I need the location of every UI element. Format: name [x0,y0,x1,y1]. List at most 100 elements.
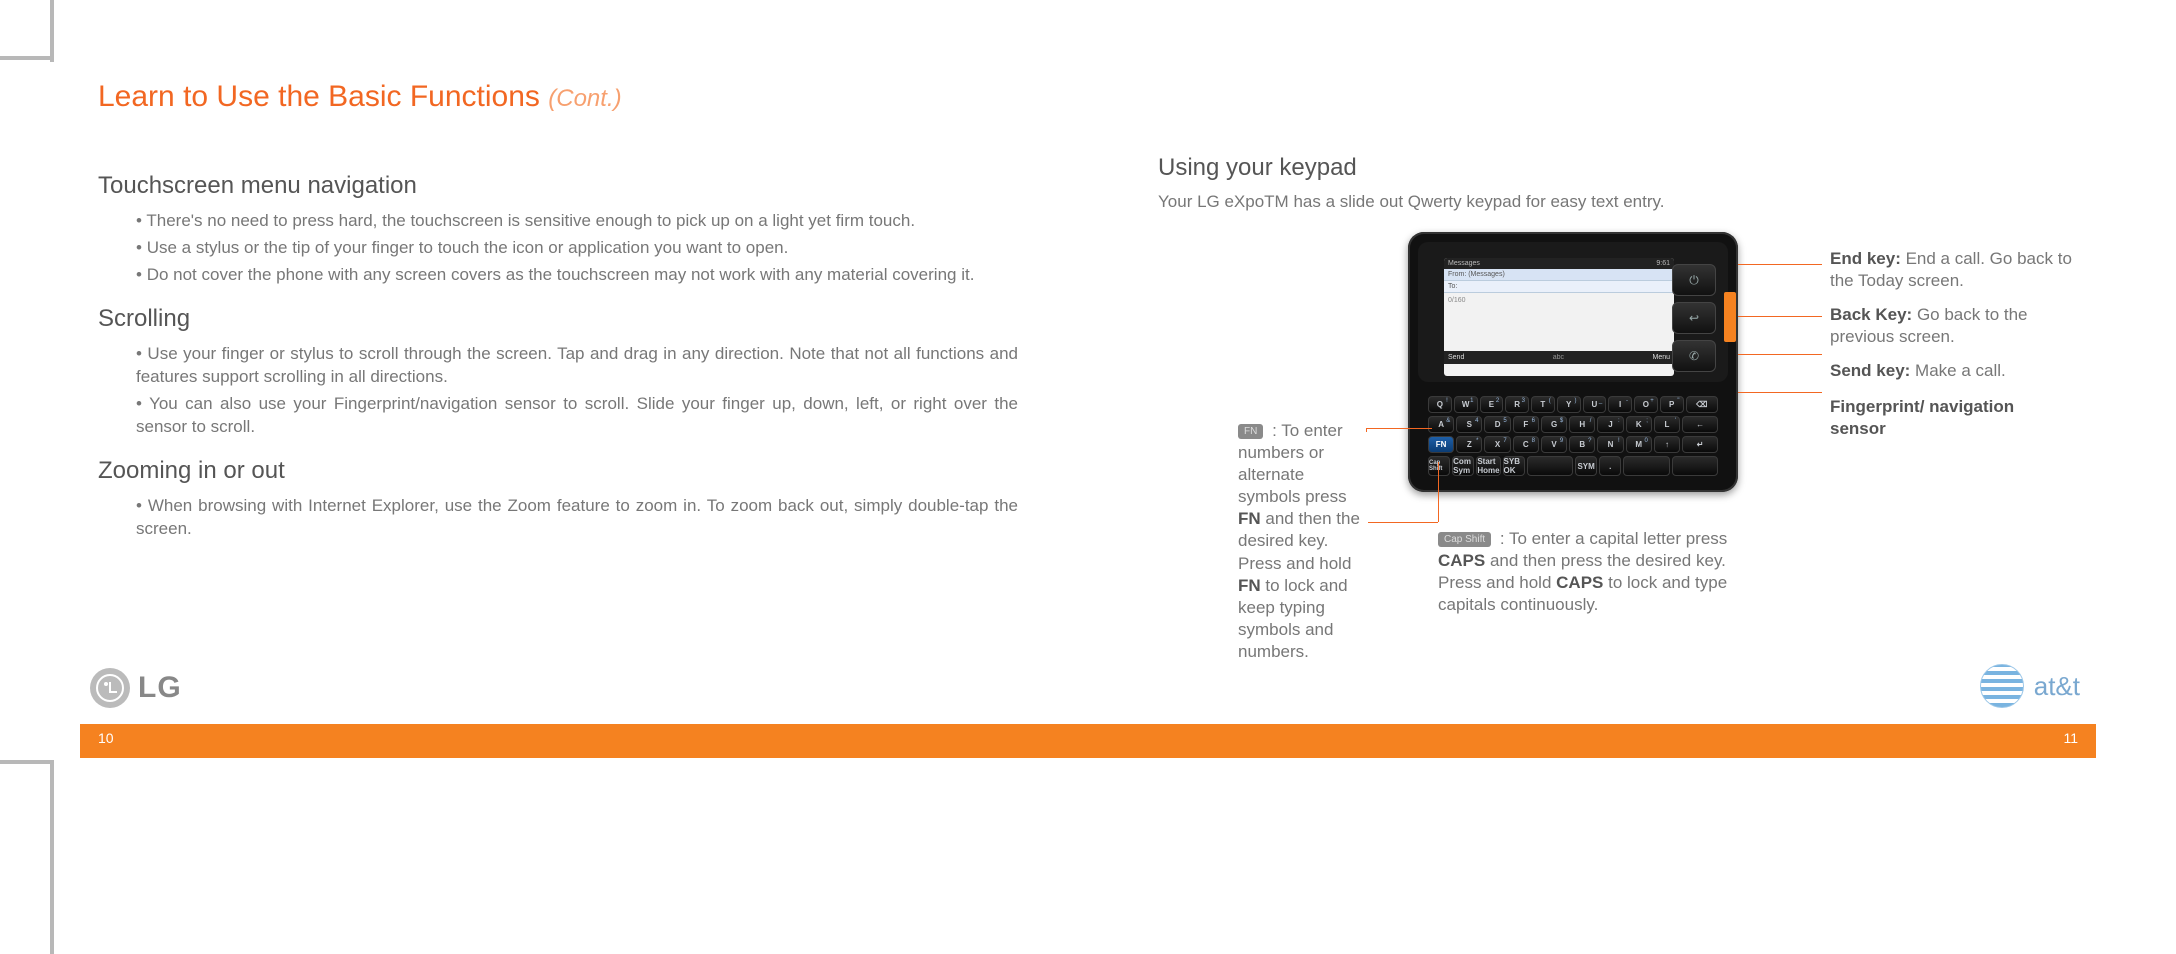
keyboard-key: ↵ [1682,436,1718,453]
crop-mark [50,760,54,954]
keyboard-key: N! [1597,436,1623,453]
callout-text: Make a call. [1910,361,2005,380]
keyboard-key: R3 [1505,396,1529,413]
page-content: Learn to Use the Basic Functions (Cont.)… [98,80,2078,764]
keyboard-key: F6 [1513,416,1539,433]
keyboard-key: X7 [1484,436,1510,453]
keyboard-key: I- [1608,396,1632,413]
left-column: Touchscreen menu navigation There's no n… [98,154,1018,652]
key-row-4: Cap ShiftCom SymStart HomeSYB OKSYM. [1428,456,1718,476]
screen-time: 9:61 [1656,260,1670,267]
keyboard-key: E2 [1480,396,1504,413]
softkey-bar: Send abc Menu [1444,351,1674,364]
keyboard-key: S4 [1456,416,1482,433]
callout-end-key: End key: End a call. Go back to the Toda… [1830,248,2090,292]
crop-mark [0,56,52,60]
callout-fingerprint: Fingerprint/ navigation sensor [1830,396,2050,440]
char-count: 0/160 [1448,297,1466,304]
callout-label: Send key: [1830,361,1910,380]
back-key: ↩ [1672,302,1716,334]
phone-body: Messages 9:61 From: (Messages) To: 0/160… [1408,232,1738,492]
keyboard-key: ↑ [1654,436,1680,453]
lg-face-icon [96,674,124,702]
list-item: Use your finger or stylus to scroll thro… [136,343,1018,389]
zoom-list: When browsing with Internet Explorer, us… [98,495,1018,541]
keyboard-key: O+ [1634,396,1658,413]
leader-line [1368,522,1438,523]
keyboard-key [1623,456,1669,476]
key-row-2: A&S4D5F6G$H/J:K;L'← [1428,416,1718,433]
keyboard-key: J: [1597,416,1623,433]
keyboard-key: L' [1654,416,1680,433]
key-row-3: FNZ*X7C8V9B?N!M0↑↵ [1428,436,1718,453]
page-number-right: 11 [2063,730,2078,746]
callout-fn-key: FN : To enter numbers or alternate symbo… [1238,420,1370,663]
att-logo: at&t [1980,664,2080,708]
touchscreen-list: There's no need to press hard, the touch… [98,210,1018,287]
subhead-scrolling: Scrolling [98,305,1018,333]
subhead-touchscreen: Touchscreen menu navigation [98,172,1018,200]
leader-line [1738,316,1822,317]
status-bar: Messages 9:61 [1444,258,1674,269]
callout-send-key: Send key: Make a call. [1830,360,2070,382]
keyboard-key [1527,456,1573,476]
screen-app-name: Messages [1448,260,1480,267]
send-key: ✆ [1672,340,1716,372]
keyboard-key [1672,456,1718,476]
callout-label: End key: [1830,249,1901,268]
callout-text: : To enter numbers or alternate symbols … [1238,421,1360,661]
crop-mark [50,0,54,62]
keyboard-key: M0 [1626,436,1652,453]
keyboard-key: C8 [1513,436,1539,453]
caps-keycap-icon: Cap Shift [1438,532,1491,547]
qwerty-keyboard: Q!W1E2R3T(Y)U_I-O+P"⌫ A&S4D5F6G$H/J:K;L'… [1428,396,1718,476]
message-to: To: [1444,281,1674,293]
phone-diagram: Messages 9:61 From: (Messages) To: 0/160… [1158,232,2078,652]
keyboard-key: G$ [1541,416,1567,433]
lg-wordmark: LG [138,671,182,705]
list-item: When browsing with Internet Explorer, us… [136,495,1018,541]
att-wordmark: at&t [2034,671,2080,702]
phone-slide-top: Messages 9:61 From: (Messages) To: 0/160… [1418,242,1728,382]
att-side-badge [1724,292,1736,342]
callout-back-key: Back Key: Go back to the previous screen… [1830,304,2070,348]
keyboard-key: ⌫ [1686,396,1718,413]
leader-line [1738,392,1822,393]
keyboard-key: T( [1531,396,1555,413]
title-continued: (Cont.) [548,85,621,112]
right-column: Using your keypad Your LG eXpoTM has a s… [1158,154,2078,652]
keyboard-key: Q! [1428,396,1452,413]
leader-line [1738,264,1822,265]
keyboard-key: P" [1660,396,1684,413]
keyboard-key: Start Home [1476,456,1500,476]
callout-label: Back Key: [1830,305,1912,324]
keyboard-key: Z* [1456,436,1482,453]
title-text: Learn to Use the Basic Functions [98,80,540,113]
fn-keycap-icon: FN [1238,424,1263,439]
callout-caps-key: Cap Shift : To enter a capital letter pr… [1438,528,1758,616]
phone-screen: Messages 9:61 From: (Messages) To: 0/160… [1444,258,1674,376]
end-key: ⏻ [1672,264,1716,296]
keyboard-key: Com Sym [1452,456,1474,476]
keyboard-key: D5 [1484,416,1510,433]
keyboard-key: . [1599,456,1621,476]
list-item: You can also use your Fingerprint/naviga… [136,393,1018,439]
keyboard-key: ← [1682,416,1718,433]
softkey-right: Menu [1652,354,1670,361]
lg-logo: LG [90,668,182,708]
scrolling-list: Use your finger or stylus to scroll thro… [98,343,1018,439]
callout-label: Fingerprint/ navigation sensor [1830,397,2014,438]
keyboard-key: Y) [1557,396,1581,413]
keypad-intro: Your LG eXpoTM has a slide out Qwerty ke… [1158,192,2078,212]
softkey-mid: abc [1464,354,1652,361]
keyboard-key: U_ [1583,396,1607,413]
list-item: Use a stylus or the tip of your finger t… [136,237,1018,260]
subhead-keypad: Using your keypad [1158,154,2078,182]
list-item: There's no need to press hard, the touch… [136,210,1018,233]
keyboard-key: H/ [1569,416,1595,433]
lg-badge-icon [90,668,130,708]
att-globe-icon [1980,664,2024,708]
keyboard-key: B? [1569,436,1595,453]
leader-line [1366,428,1432,429]
list-item: Do not cover the phone with any screen c… [136,264,1018,287]
